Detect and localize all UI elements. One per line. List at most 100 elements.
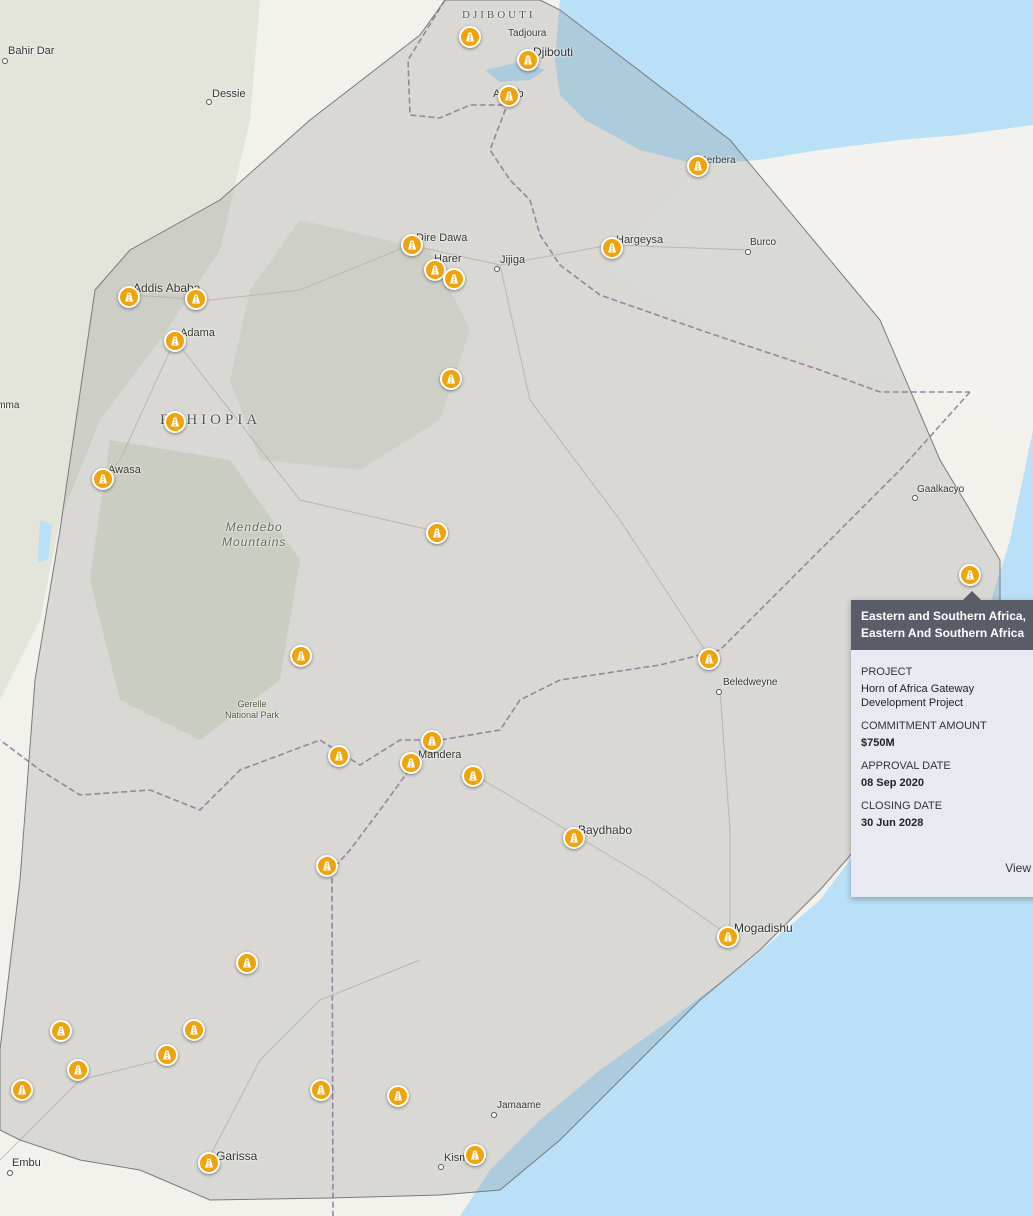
project-marker[interactable] [198,1152,220,1174]
project-marker[interactable] [316,855,338,877]
road-construction-icon [431,265,439,275]
project-marker[interactable] [156,1044,178,1066]
city-dot [494,266,500,272]
road-construction-icon [394,1091,402,1101]
road-construction-icon [966,570,974,580]
project-marker[interactable] [563,827,585,849]
project-marker[interactable] [498,85,520,107]
road-construction-icon [18,1085,26,1095]
project-marker[interactable] [440,368,462,390]
approval-label: APPROVAL DATE [861,760,951,772]
region-label-mendebo: Mendebo Mountains [222,520,287,549]
city-label-burco: Burco [750,237,777,248]
city-label-mandera: Mandera [418,749,462,761]
popup-pointer [963,591,981,600]
city-label-jimma: Jimma [0,400,20,411]
road-construction-icon [74,1065,82,1075]
city-dot [912,495,918,501]
city-dot [491,1112,497,1118]
project-marker[interactable] [290,645,312,667]
road-construction-icon [57,1026,65,1036]
project-popup: Eastern and Southern Africa, Eastern And… [851,591,1033,897]
project-marker[interactable] [183,1019,205,1041]
project-marker[interactable] [236,952,258,974]
project-marker[interactable] [118,286,140,308]
closing-label: CLOSING DATE [861,800,943,812]
city-label-djibouti: Djibouti [533,45,574,59]
road-construction-icon [317,1085,325,1095]
project-marker[interactable] [401,234,423,256]
city-dot [745,249,751,255]
road-construction-icon [724,932,732,942]
commitment-value: $750M [861,737,895,749]
road-construction-icon [192,294,200,304]
project-marker[interactable] [443,268,465,290]
closing-value: 30 Jun 2028 [861,817,924,829]
project-marker[interactable] [387,1085,409,1107]
project-value: Horn of Africa Gateway Development Proje… [861,683,975,709]
road-construction-icon [471,1150,479,1160]
road-construction-icon [125,292,133,302]
popup-title: Eastern and Southern Africa, Eastern And… [851,600,1033,650]
road-construction-icon [608,243,616,253]
road-construction-icon [335,751,343,761]
project-marker[interactable] [164,411,186,433]
city-label-baydhabo: Baydhabo [578,823,633,837]
project-marker[interactable] [164,330,186,352]
city-label-tadjoura: Tadjoura [508,28,547,39]
road-construction-icon [99,474,107,484]
road-construction-icon [450,274,458,284]
project-marker[interactable] [462,765,484,787]
road-construction-icon [433,528,441,538]
project-marker[interactable] [328,745,350,767]
road-construction-icon [570,833,578,843]
city-label-gaalkacyo: Gaalkacyo [917,484,965,495]
city-label-jamaame: Jamaame [497,1100,541,1111]
popup-body: PROJECT Horn of Africa Gateway Developme… [851,650,1033,836]
project-marker[interactable] [185,288,207,310]
approval-value: 08 Sep 2020 [861,777,924,789]
project-marker[interactable] [517,49,539,71]
project-marker[interactable] [459,26,481,48]
project-marker[interactable] [11,1079,33,1101]
city-dot [2,58,8,64]
road-construction-icon [524,55,532,65]
road-construction-icon [705,654,713,664]
project-marker[interactable] [50,1020,72,1042]
project-marker[interactable] [464,1144,486,1166]
project-marker[interactable] [698,648,720,670]
road-construction-icon [505,91,513,101]
project-marker[interactable] [92,468,114,490]
project-marker[interactable] [717,926,739,948]
project-marker[interactable] [959,564,981,586]
city-label-bahir-dar: Bahir Dar [8,45,55,57]
city-label-garissa: Garissa [216,1149,258,1163]
road-construction-icon [171,336,179,346]
view-link[interactable]: View [1005,861,1031,875]
road-construction-icon [163,1050,171,1060]
commitment-label: COMMITMENT AMOUNT [861,720,987,732]
project-marker[interactable] [67,1059,89,1081]
project-marker[interactable] [400,752,422,774]
road-construction-icon [447,374,455,384]
city-label-mogadishu: Mogadishu [734,921,793,935]
road-construction-icon [243,958,251,968]
road-construction-icon [323,861,331,871]
project-marker[interactable] [601,237,623,259]
city-dot [438,1164,444,1170]
road-construction-icon [205,1158,213,1168]
city-label-dire-dawa: Dire Dawa [416,232,468,244]
project-marker[interactable] [310,1079,332,1101]
road-construction-icon [428,736,436,746]
project-marker[interactable] [426,522,448,544]
park-label-gerelle: Gerelle National Park [225,699,280,720]
country-label-djibouti: DJIBOUTI [462,9,536,21]
project-marker[interactable] [421,730,443,752]
city-label-dessie: Dessie [212,88,246,100]
city-dot [7,1170,13,1176]
road-construction-icon [407,758,415,768]
project-marker[interactable] [687,155,709,177]
road-construction-icon [190,1025,198,1035]
road-construction-icon [408,240,416,250]
city-dot [716,689,722,695]
